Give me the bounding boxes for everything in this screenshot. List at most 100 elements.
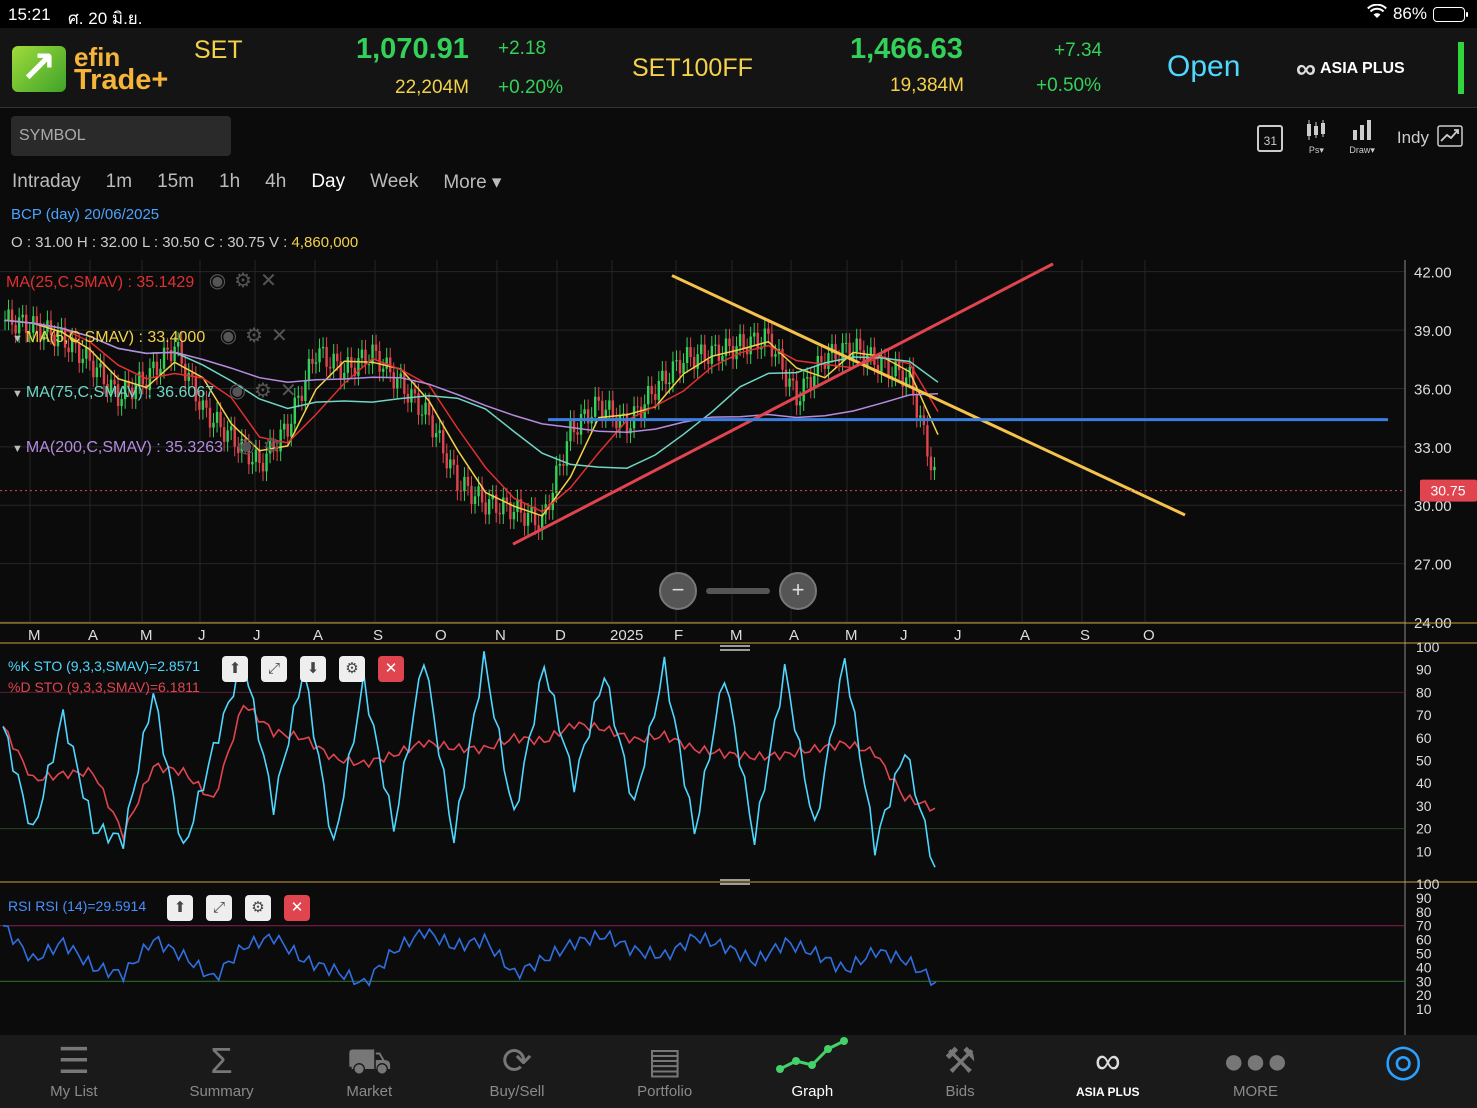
market-header: efin Trade+ SET 1,070.91 +2.18 22,204M +… [0, 28, 1477, 108]
candle-body [880, 358, 883, 374]
legend-ma25[interactable]: MA(25,C,SMAV) : 35.1429 ◉⚙✕ [6, 268, 285, 293]
status-right: 86% [1367, 3, 1468, 24]
legend-controls-icon[interactable]: ◉⚙✕ [229, 378, 305, 403]
tab-portfolio[interactable]: ▤ Portfolio [591, 1035, 739, 1108]
candle-body [371, 344, 374, 365]
gear-icon[interactable]: ⚙ [339, 656, 365, 682]
move-up-icon[interactable]: ⬆ [222, 656, 248, 682]
set-label: SET [194, 36, 243, 64]
tab-summary[interactable]: Σ Summary [148, 1035, 296, 1108]
sto-axis-label: 20 [1416, 821, 1432, 837]
draw-button[interactable]: Draw▾ [1349, 120, 1375, 156]
exchange-icon: ⟳ [501, 1040, 533, 1081]
expand-icon[interactable]: ⤢ [261, 656, 287, 682]
sto-axis-label: 50 [1416, 753, 1432, 769]
candle-body [569, 419, 572, 442]
time-axis-label: F [674, 627, 683, 644]
candle-body [700, 344, 703, 355]
candle-body [671, 361, 675, 383]
close-icon[interactable]: ✕ [284, 895, 310, 921]
tab-more[interactable]: More ▾ [443, 171, 501, 194]
price-tick-label: 39.00 [1414, 323, 1452, 340]
tab-intraday[interactable]: Intraday [12, 171, 81, 194]
bottom-tab-bar: ☰ My List Σ Summary ⛟ Market ⟳ Buy/Sell ▤ Por… [0, 1035, 1477, 1108]
candle-body [926, 425, 929, 457]
candle-body [791, 378, 795, 381]
time-axis-label: 2025 [610, 627, 643, 644]
candle-body [788, 378, 791, 387]
legend-ma5[interactable]: ▼ MA(5,C,SMAV) : 33.4000 ◉⚙✕ [12, 323, 296, 348]
candle-body [92, 360, 95, 378]
tab-15m[interactable]: 15m [157, 171, 194, 194]
logo-trade-text: Trade+ [74, 64, 169, 96]
move-up-icon[interactable]: ⬆ [167, 895, 193, 921]
set100ff-value: 1,466.63 [850, 33, 963, 65]
expand-icon[interactable]: ⤢ [206, 895, 232, 921]
candle-body [728, 338, 731, 347]
efin-trade-logo[interactable]: efin Trade+ [12, 42, 192, 98]
tab-4h[interactable]: 4h [265, 171, 286, 194]
candle-body [208, 407, 212, 428]
tab-week[interactable]: Week [370, 171, 418, 194]
candle-body [749, 336, 752, 355]
candle-body [374, 344, 378, 352]
price-style-button[interactable]: Ps▾ [1305, 120, 1327, 156]
tab-graph[interactable]: Graph [739, 1035, 887, 1108]
candle-body [466, 476, 470, 486]
volume-label: V : [268, 234, 292, 251]
timeframe-tabs: Intraday 1m 15m 1h 4h Day Week More ▾ [12, 171, 501, 194]
candle-body [558, 463, 562, 466]
calendar-icon[interactable]: 31 [1257, 124, 1284, 152]
candle-body [427, 402, 431, 416]
candle-body [703, 344, 706, 360]
time-axis-label: M [730, 627, 743, 644]
candle-body [869, 347, 873, 356]
tab-day[interactable]: Day [311, 171, 345, 194]
tab-buy-sell[interactable]: ⟳ Buy/Sell [443, 1035, 591, 1108]
close-icon[interactable]: ✕ [378, 656, 404, 682]
gear-icon[interactable]: ⚙ [245, 895, 271, 921]
tab-bids[interactable]: ⚒ Bids [886, 1035, 1034, 1108]
candle-body [820, 355, 823, 363]
tab-asia-plus[interactable]: ∞ ASIA PLUS [1034, 1035, 1182, 1108]
legend-controls-icon[interactable]: ◉⚙✕ [209, 268, 285, 293]
indicator-button[interactable]: Indy [1397, 124, 1463, 152]
legend-ma75[interactable]: ▼ MA(75,C,SMAV) : 36.6067 ◉⚙✕ [12, 378, 305, 403]
tab-market[interactable]: ⛟ Market [295, 1035, 443, 1108]
candle-body [191, 372, 194, 376]
legend-ma200[interactable]: ▼ MA(200,C,SMAV) : 35.3263 ◉⚙ [12, 433, 289, 458]
time-axis-label: A [313, 627, 323, 644]
chevron-down-icon[interactable]: ▼ [12, 443, 23, 455]
symbol-input[interactable]: SYMBOL [11, 116, 231, 156]
legend-controls-icon[interactable]: ◉⚙✕ [220, 323, 296, 348]
candle-body [593, 396, 597, 417]
time-axis-label: J [900, 627, 908, 644]
candle-body [710, 345, 714, 364]
price-tick-label: 42.00 [1414, 265, 1452, 282]
candle-body [844, 342, 848, 344]
tab-my-list[interactable]: ☰ My List [0, 1035, 148, 1108]
sto-d-line [2, 704, 936, 842]
candle-body [487, 499, 491, 515]
tab-refresh[interactable]: ◎ [1329, 1035, 1477, 1108]
sto-axis-label: 60 [1416, 730, 1432, 746]
tab-more[interactable]: ●●● MORE [1182, 1035, 1330, 1108]
chevron-down-icon[interactable]: ▼ [12, 333, 23, 345]
tab-1h[interactable]: 1h [219, 171, 240, 194]
candle-body [611, 400, 615, 418]
rsi-legend: RSI RSI (14)=29.5914 [8, 898, 147, 914]
move-down-icon[interactable]: ⬇ [300, 656, 326, 682]
legend-controls-icon[interactable]: ◉⚙ [237, 433, 288, 458]
candle-body [420, 414, 424, 416]
close-value: C : 30.75 [203, 234, 265, 251]
candle-body [505, 497, 509, 503]
tab-1m[interactable]: 1m [106, 171, 132, 194]
candle-body [919, 415, 922, 418]
candle-body [859, 338, 862, 351]
candle-body [753, 332, 756, 337]
candle-body [99, 363, 102, 368]
chevron-down-icon[interactable]: ▼ [12, 388, 23, 400]
candle-body [597, 396, 600, 401]
candle-body [95, 367, 99, 378]
candle-body [685, 347, 689, 363]
